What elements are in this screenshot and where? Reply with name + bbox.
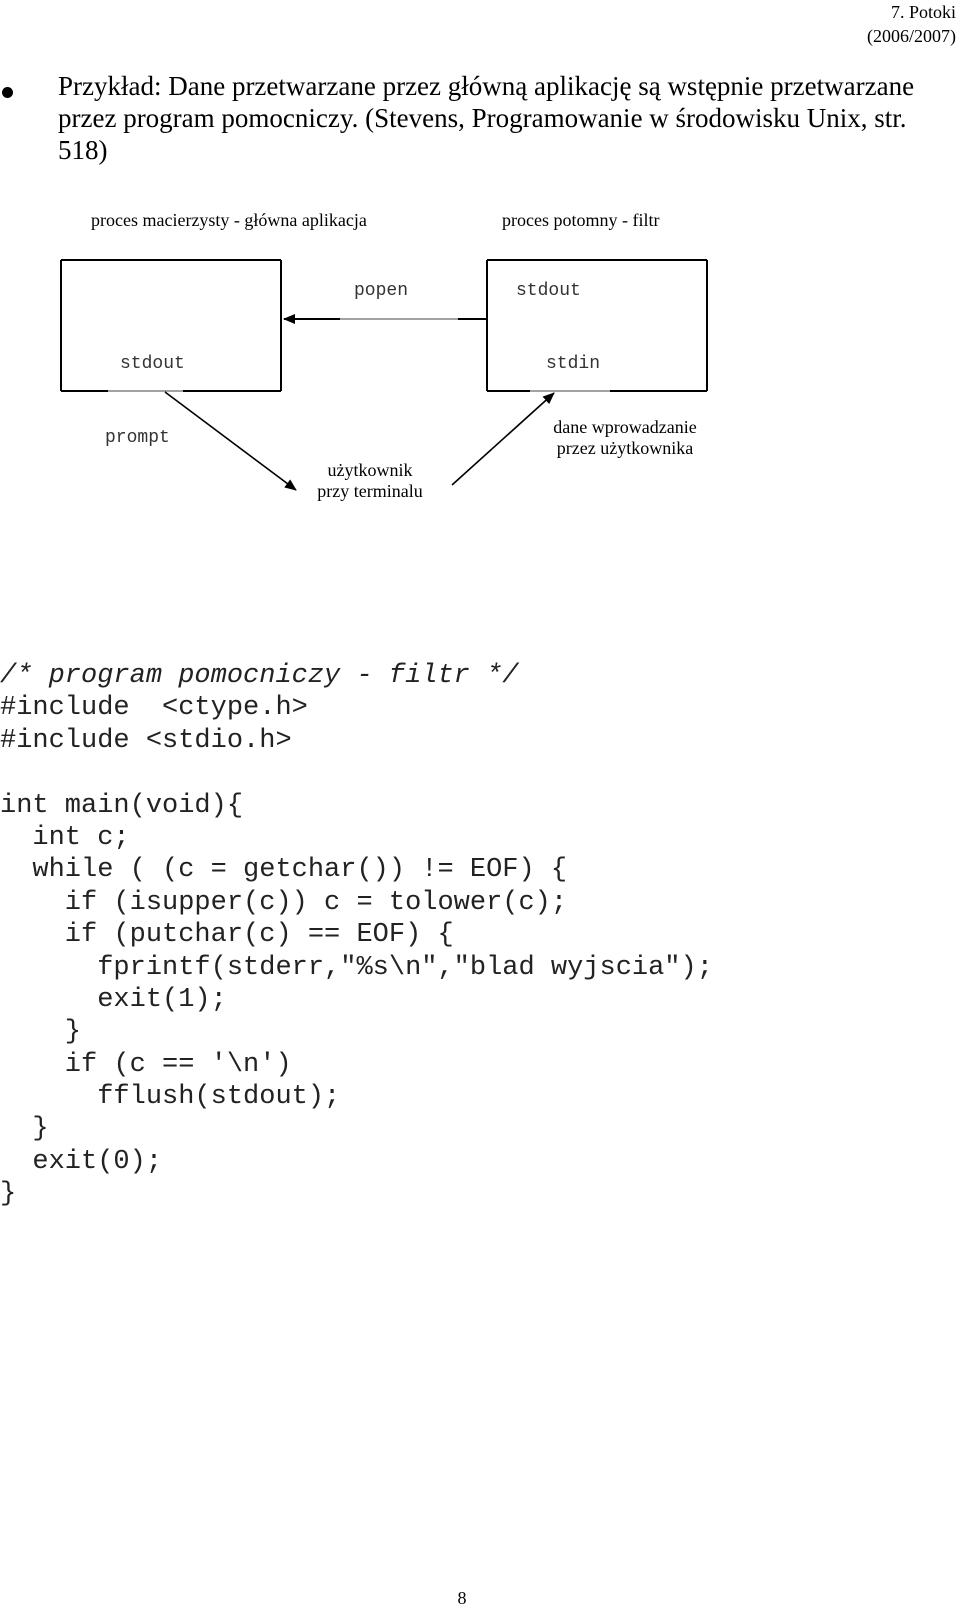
input-arrow <box>451 392 555 486</box>
academic-year: (2006/2007) <box>867 26 956 46</box>
code-line: if (putchar(c) == EOF) { <box>0 920 454 951</box>
prompt-label: prompt <box>105 428 170 448</box>
code-line: } <box>0 1017 82 1048</box>
user-label-line1: użytkownik <box>327 460 413 480</box>
parent-stdout-label: stdout <box>120 354 185 374</box>
prompt-arrow <box>164 391 297 491</box>
code-line: if (isupper(c)) c = tolower(c); <box>0 887 568 918</box>
user-terminal-label: użytkownik przy terminalu <box>300 460 440 502</box>
bullet-icon <box>2 87 13 98</box>
code-line: fprintf(stderr,"%s\n","blad wyjscia"); <box>0 952 713 983</box>
page-header: 7. Potoki (2006/2007) <box>867 0 956 48</box>
code-line: if (c == '\n') <box>0 1049 292 1080</box>
intro-text: Przykład: Dane przetwarzane przez główną… <box>58 71 915 165</box>
code-line: exit(1); <box>0 984 227 1015</box>
code-listing: /* program pomocniczy - filtr */#include… <box>0 660 713 1211</box>
parent-process-title: proces macierzysty - główna aplikacja <box>91 210 367 230</box>
child-stdout-label: stdout <box>516 281 581 301</box>
code-line: fflush(stdout); <box>0 1082 341 1113</box>
pipe-label: popen <box>354 281 409 301</box>
page-number: 8 <box>457 1588 467 1608</box>
pipe-diagram: proces macierzysty - główna aplikacja pr… <box>0 190 960 530</box>
code-line: #include <stdio.h> <box>0 725 292 756</box>
input-label-line2: przez użytkownika <box>556 438 694 458</box>
code-line: } <box>0 1179 17 1210</box>
child-stdin-label: stdin <box>546 354 601 374</box>
input-label-line1: dane wprowadzanie <box>553 417 697 437</box>
code-line: } <box>0 1114 49 1145</box>
user-input-label: dane wprowadzanie przez użytkownika <box>540 417 710 459</box>
code-line: /* program pomocniczy - filtr */ <box>0 661 519 691</box>
code-line: int c; <box>0 822 130 853</box>
chapter-title: 7. Potoki <box>890 2 956 22</box>
code-line: while ( (c = getchar()) != EOF) { <box>0 855 568 886</box>
code-line: int main(void){ <box>0 790 244 821</box>
child-process-title: proces potomny - filtr <box>502 210 660 230</box>
user-label-line2: przy terminalu <box>317 481 423 501</box>
code-line: exit(0); <box>0 1146 163 1177</box>
code-line: #include <ctype.h> <box>0 693 308 724</box>
